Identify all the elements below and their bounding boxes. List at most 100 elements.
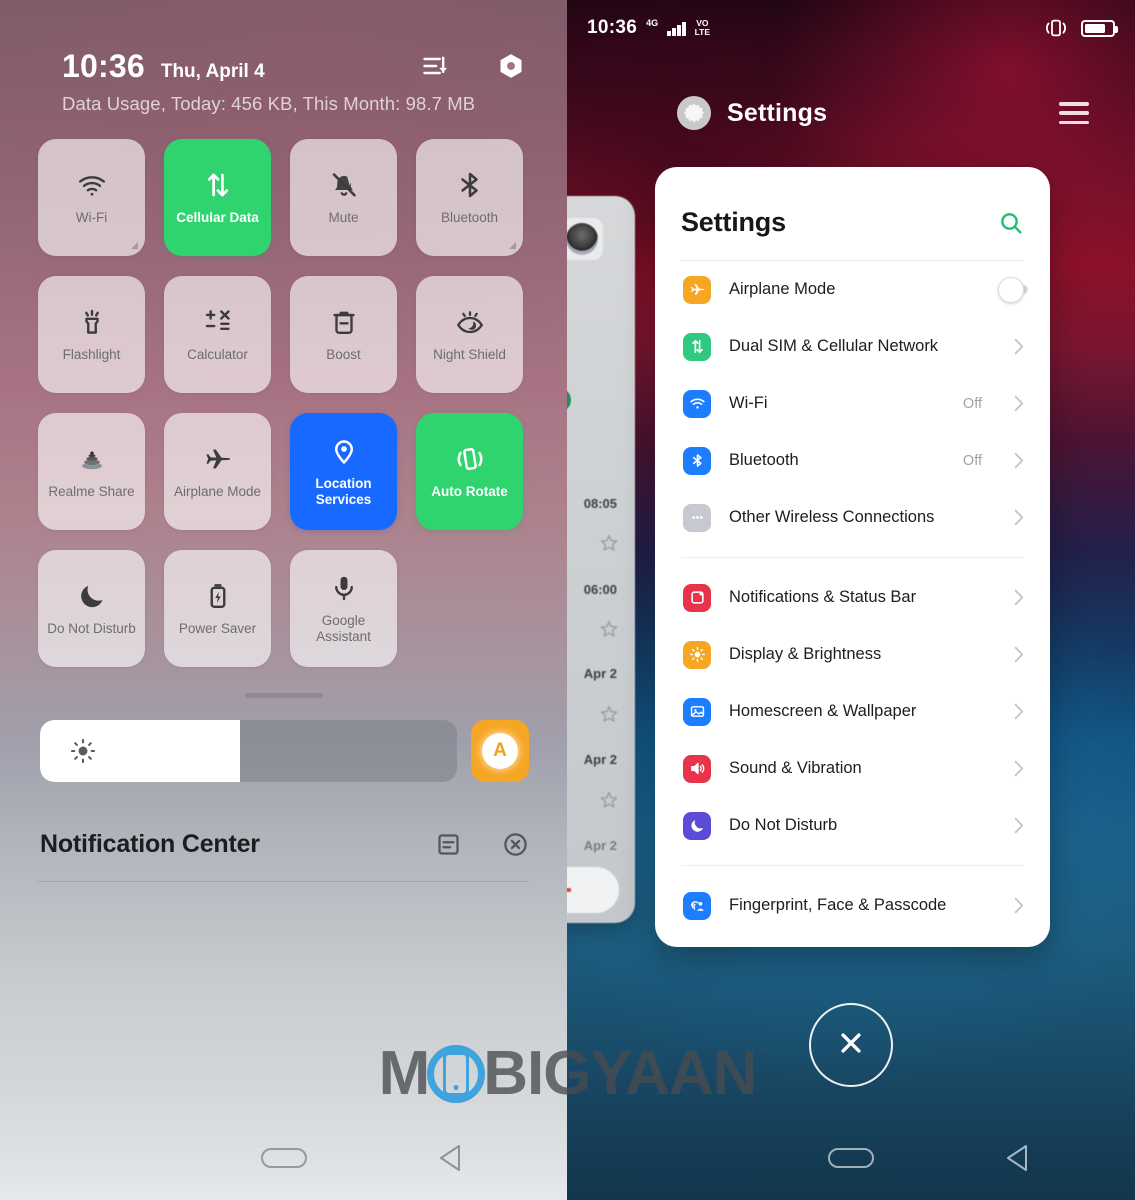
mail-time: Apr 2 xyxy=(583,752,617,767)
tile-location-services[interactable]: Location Services xyxy=(290,413,397,530)
quick-settings-tiles: Wi-Fi Cellular Data Mute Bluetooth Flash… xyxy=(0,139,567,667)
close-all-recents-button[interactable] xyxy=(809,1003,893,1087)
airplane-icon xyxy=(203,444,233,474)
bluetooth-icon xyxy=(683,446,711,475)
settings-item-wifi[interactable]: Wi-Fi Off xyxy=(655,375,1050,432)
settings-item-do-not-disturb[interactable]: Do Not Disturb xyxy=(655,797,1050,854)
airplane-mode-toggle[interactable] xyxy=(998,276,1028,303)
tile-cellular-data[interactable]: Cellular Data xyxy=(164,139,271,256)
boost-trash-icon xyxy=(329,307,359,337)
bell-muted-icon xyxy=(329,170,359,200)
clear-all-icon[interactable] xyxy=(502,831,529,858)
tile-mute[interactable]: Mute xyxy=(290,139,397,256)
battery-bolt-icon xyxy=(203,581,233,611)
moon-icon xyxy=(77,581,107,611)
tile-wifi[interactable]: Wi-Fi xyxy=(38,139,145,256)
settings-item-airplane-mode[interactable]: Airplane Mode xyxy=(655,261,1050,318)
settings-item-label: Sound & Vibration xyxy=(729,759,862,777)
settings-item-other-wireless[interactable]: Other Wireless Connections xyxy=(655,489,1050,546)
compose-button[interactable] xyxy=(567,867,619,913)
notification-settings-icon[interactable] xyxy=(435,831,462,858)
speaker-icon xyxy=(683,754,711,783)
settings-item-notifications[interactable]: Notifications & Status Bar xyxy=(655,569,1050,626)
settings-item-dual-sim[interactable]: Dual SIM & Cellular Network xyxy=(655,318,1050,375)
tile-realme-share[interactable]: Realme Share xyxy=(38,413,145,530)
back-triangle-icon[interactable] xyxy=(1004,1142,1034,1174)
tile-expand-corner[interactable] xyxy=(509,242,516,249)
search-icon[interactable] xyxy=(998,210,1024,236)
chevron-right-icon xyxy=(1014,760,1024,777)
brightness-slider[interactable] xyxy=(40,720,457,782)
tile-label: Power Saver xyxy=(178,620,257,636)
notification-center-title: Notification Center xyxy=(40,830,260,858)
tile-auto-rotate[interactable]: Auto Rotate xyxy=(416,413,523,530)
quick-settings-header-icons xyxy=(421,52,525,80)
tile-boost[interactable]: Boost xyxy=(290,276,397,393)
settings-item-bluetooth[interactable]: Bluetooth Off xyxy=(655,432,1050,489)
quick-settings-header: 10:36 Thu, April 4 Data Usage, Today: 45… xyxy=(0,0,567,115)
settings-item-label: Dual SIM & Cellular Network xyxy=(729,337,939,355)
battery-icon xyxy=(1081,19,1118,37)
chevron-right-icon xyxy=(1014,395,1024,412)
settings-item-label: Other Wireless Connections xyxy=(729,508,935,526)
settings-item-fingerprint-face-passcode[interactable]: Fingerprint, Face & Passcode xyxy=(655,877,1050,934)
settings-item-label: Display & Brightness xyxy=(729,645,882,663)
chevron-right-icon xyxy=(1014,646,1024,663)
auto-brightness-label: A xyxy=(482,733,518,769)
hamburger-menu-icon[interactable] xyxy=(1059,102,1089,124)
data-transfer-icon xyxy=(203,170,233,200)
settings-item-label: Wi-Fi xyxy=(729,394,768,412)
tile-label: Wi-Fi xyxy=(75,209,108,225)
notification-divider xyxy=(38,881,529,882)
volte-icon: VO LTE xyxy=(694,18,711,37)
tile-label: Flashlight xyxy=(62,346,121,362)
home-pill-icon[interactable] xyxy=(828,1148,874,1168)
chevron-right-icon xyxy=(1014,703,1024,720)
star-icon[interactable] xyxy=(599,533,619,553)
tile-do-not-disturb[interactable]: Do Not Disturb xyxy=(38,550,145,667)
star-icon[interactable] xyxy=(599,704,619,724)
gear-icon xyxy=(677,96,711,130)
settings-item-label: Fingerprint, Face & Passcode xyxy=(729,896,947,914)
tile-label: Night Shield xyxy=(433,346,506,362)
settings-nut-icon[interactable] xyxy=(497,52,525,80)
auto-brightness-button[interactable]: A xyxy=(471,720,529,782)
realme-share-icon xyxy=(77,444,107,474)
wifi-icon xyxy=(77,170,107,200)
settings-item-sound-vibration[interactable]: Sound & Vibration xyxy=(655,740,1050,797)
tile-airplane-mode[interactable]: Airplane Mode xyxy=(164,413,271,530)
chevron-right-icon xyxy=(1014,509,1024,526)
tile-bluetooth[interactable]: Bluetooth xyxy=(416,139,523,256)
background-app-card-gmail[interactable]: 8 new 24 new Tea... 08:05 06:00 Apr 2 Ap… xyxy=(567,196,635,923)
tile-expand-corner[interactable] xyxy=(131,242,138,249)
tile-power-saver[interactable]: Power Saver xyxy=(164,550,271,667)
google-plus-icon xyxy=(567,877,571,903)
star-icon[interactable] xyxy=(599,619,619,639)
settings-item-label: Do Not Disturb xyxy=(729,816,838,834)
home-pill-icon[interactable] xyxy=(261,1148,307,1168)
avatar xyxy=(567,218,603,260)
tile-night-shield[interactable]: Night Shield xyxy=(416,276,523,393)
data-usage-text: Data Usage, Today: 456 KB, This Month: 9… xyxy=(62,93,476,114)
tile-label: Realme Share xyxy=(48,483,135,499)
ellipsis-icon xyxy=(683,503,711,532)
tile-google-assistant[interactable]: Google Assistant xyxy=(290,550,397,667)
mail-time: Apr 2 xyxy=(583,838,617,853)
star-icon[interactable] xyxy=(599,790,619,810)
chevron-right-icon xyxy=(1014,897,1024,914)
network-type-label: 4G xyxy=(646,18,659,28)
settings-item-display-brightness[interactable]: Display & Brightness xyxy=(655,626,1050,683)
back-triangle-icon[interactable] xyxy=(437,1142,467,1174)
settings-item-label: Airplane Mode xyxy=(729,280,836,298)
settings-app-card[interactable]: Settings Airplane Mode Dual SIM & Cellul… xyxy=(655,167,1050,947)
settings-title: Settings xyxy=(681,207,786,237)
sort-descending-icon[interactable] xyxy=(421,52,449,80)
tile-calculator[interactable]: Calculator xyxy=(164,276,271,393)
mail-time: 08:05 xyxy=(583,496,617,511)
tile-label: Google Assistant xyxy=(316,612,371,644)
mail-time: 06:00 xyxy=(583,582,617,597)
tile-flashlight[interactable]: Flashlight xyxy=(38,276,145,393)
tile-label: Location Services xyxy=(315,475,372,507)
settings-item-homescreen-wallpaper[interactable]: Homescreen & Wallpaper xyxy=(655,683,1050,740)
chevron-right-icon xyxy=(1014,338,1024,355)
